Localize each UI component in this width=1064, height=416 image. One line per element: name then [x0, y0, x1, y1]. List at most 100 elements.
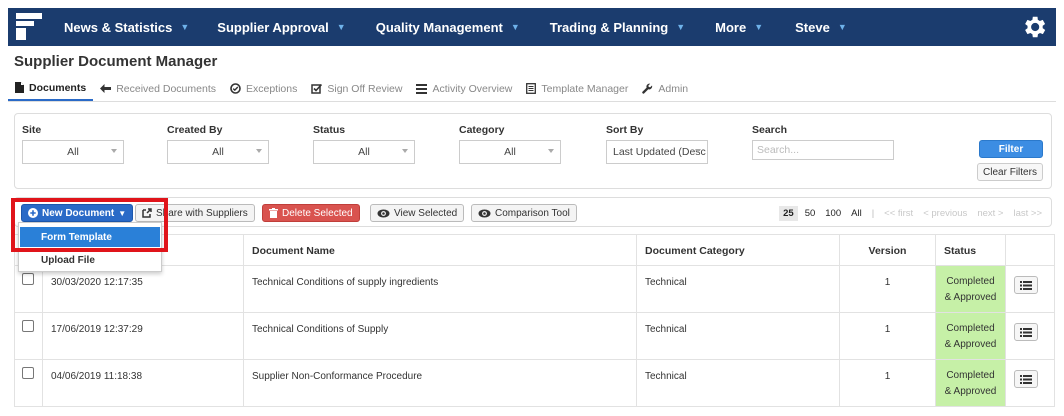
site-filter: Site All — [22, 124, 124, 164]
nav-supplier-approval[interactable]: Supplier Approval ▼ — [217, 8, 345, 46]
row-checkbox[interactable] — [22, 320, 34, 332]
menu-item-upload-file[interactable]: Upload File — [19, 250, 161, 270]
new-document-button[interactable]: New Document ▼ — [21, 204, 134, 222]
row-menu-button[interactable] — [1014, 370, 1038, 388]
tab-sign-off-review[interactable]: Sign Off Review — [304, 77, 409, 101]
created-by-select-value: All — [212, 146, 224, 158]
filter-panel: Site All Created By All Status All Categ… — [14, 113, 1052, 189]
comparison-tool-button[interactable]: Comparison Tool — [471, 204, 577, 222]
header-document-name[interactable]: Document Name — [243, 234, 637, 266]
pager-first[interactable]: << first — [884, 208, 913, 219]
sort-by-select[interactable]: Last Updated (Desc — [606, 140, 708, 164]
nav-label: Steve — [795, 19, 830, 35]
row-document-name[interactable]: Technical Conditions of supply ingredien… — [243, 265, 637, 313]
page-size-50[interactable]: 50 — [805, 208, 816, 219]
clear-filters-button[interactable]: Clear Filters — [977, 163, 1043, 181]
pagination: 25 50 100 All | << first < previous next… — [774, 206, 1047, 221]
nav-label: More — [715, 19, 747, 35]
status-badge: Completed & Approved — [935, 265, 1006, 313]
site-select[interactable]: All — [22, 140, 124, 164]
tab-label: Template Manager — [541, 82, 629, 95]
chevron-down-icon — [256, 149, 262, 153]
nav-quality-management[interactable]: Quality Management ▼ — [376, 8, 520, 46]
header-version[interactable]: Version — [839, 234, 936, 266]
document-icon — [15, 82, 24, 93]
pager-last[interactable]: last >> — [1013, 208, 1042, 219]
created-by-select[interactable]: All — [167, 140, 269, 164]
created-by-filter-label: Created By — [167, 124, 223, 136]
row-checkbox[interactable] — [22, 273, 34, 285]
list-icon — [1020, 374, 1032, 384]
eye-icon — [478, 209, 491, 217]
page-size-100[interactable]: 100 — [825, 208, 841, 219]
nav-label: News & Statistics — [64, 19, 173, 35]
status-line: & Approved — [944, 339, 997, 350]
share-icon — [142, 208, 152, 218]
row-menu-button[interactable] — [1014, 276, 1038, 294]
document-toolbar: New Document ▼ Share with Suppliers Dele… — [14, 197, 1052, 227]
plus-circle-icon — [28, 208, 38, 218]
nav-user-steve[interactable]: Steve ▼ — [795, 8, 847, 46]
trash-icon — [269, 208, 278, 218]
view-selected-label: View Selected — [394, 207, 458, 219]
search-filter: Search Search... — [752, 124, 894, 160]
category-filter-label: Category — [459, 124, 505, 136]
nav-label: Supplier Approval — [217, 19, 329, 35]
search-placeholder: Search... — [757, 144, 800, 156]
pager-previous[interactable]: < previous — [923, 208, 967, 219]
row-document-name[interactable]: Technical Conditions of Supply — [243, 312, 637, 360]
page-size-all[interactable]: All — [851, 208, 862, 219]
category-select-value: All — [504, 146, 516, 158]
sort-by-filter-label: Sort By — [606, 124, 644, 136]
row-checkbox[interactable] — [22, 367, 34, 379]
tab-template-manager[interactable]: Template Manager — [519, 77, 635, 101]
row-select-cell — [14, 312, 43, 360]
tab-received-documents[interactable]: Received Documents — [93, 77, 223, 101]
row-category: Technical — [636, 359, 840, 407]
list-icon — [1020, 280, 1032, 290]
header-status[interactable]: Status — [935, 234, 1006, 266]
tab-documents[interactable]: Documents — [8, 77, 94, 101]
arrow-left-icon — [100, 84, 112, 93]
documents-table: Document Name Document Category Version … — [14, 234, 1055, 407]
chevron-down-icon — [111, 149, 117, 153]
site-select-value: All — [67, 146, 79, 158]
category-select[interactable]: All — [459, 140, 561, 164]
nav-trading-planning[interactable]: Trading & Planning ▼ — [550, 8, 685, 46]
template-icon — [526, 83, 537, 94]
tab-activity-overview[interactable]: Activity Overview — [409, 77, 519, 101]
eye-icon — [377, 209, 390, 217]
header-document-category[interactable]: Document Category — [636, 234, 840, 266]
nav-label: Trading & Planning — [549, 19, 669, 35]
caret-down-icon: ▼ — [180, 22, 190, 32]
caret-down-icon: ▼ — [837, 22, 847, 32]
tab-label: Sign Off Review — [327, 82, 403, 95]
pager-divider: | — [871, 208, 875, 219]
nav-more[interactable]: More ▼ — [715, 8, 763, 46]
app-logo[interactable] — [12, 8, 46, 46]
caret-down-icon: ▼ — [510, 22, 520, 32]
tab-admin[interactable]: Admin — [635, 77, 695, 101]
menu-item-form-template[interactable]: Form Template — [20, 227, 160, 247]
sort-by-filter: Sort By Last Updated (Desc — [606, 124, 708, 164]
sort-by-select-value: Last Updated (Desc — [613, 146, 706, 158]
gear-icon[interactable] — [1020, 13, 1048, 41]
nav-news-statistics[interactable]: News & Statistics ▼ — [64, 8, 189, 46]
search-input[interactable]: Search... — [752, 140, 894, 160]
row-category: Technical — [636, 312, 840, 360]
row-version: 1 — [839, 359, 936, 407]
site-filter-label: Site — [22, 124, 42, 136]
tab-label: Documents — [29, 81, 87, 94]
row-menu-button[interactable] — [1014, 323, 1038, 341]
pager-next[interactable]: next > — [977, 208, 1003, 219]
status-select[interactable]: All — [313, 140, 415, 164]
delete-selected-button[interactable]: Delete Selected — [262, 204, 360, 222]
tab-exceptions[interactable]: Exceptions — [223, 77, 304, 101]
filter-button[interactable]: Filter — [979, 140, 1043, 158]
nav-label: Quality Management — [375, 19, 503, 35]
table-row: 04/06/2019 11:18:38 Supplier Non-Conform… — [14, 359, 1055, 407]
page-size-25[interactable]: 25 — [779, 206, 798, 221]
row-document-name[interactable]: Supplier Non-Conformance Procedure — [243, 359, 637, 407]
share-with-suppliers-button[interactable]: Share with Suppliers — [135, 204, 255, 222]
view-selected-button[interactable]: View Selected — [370, 204, 465, 222]
